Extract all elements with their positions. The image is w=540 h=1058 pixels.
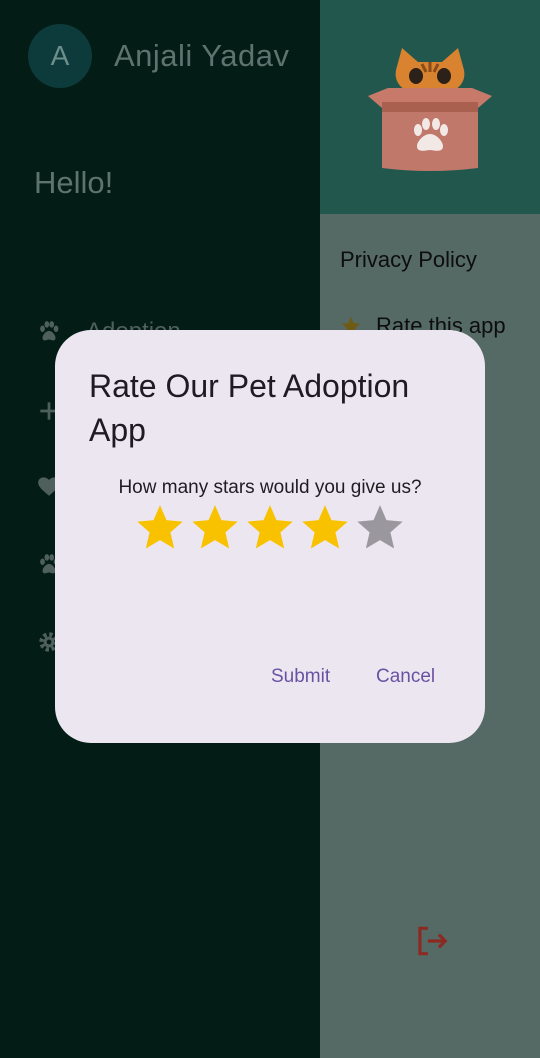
header-banner [320, 0, 540, 214]
star-icon[interactable] [245, 502, 295, 552]
star-icon[interactable] [190, 502, 240, 552]
privacy-policy-link[interactable]: Privacy Policy [340, 247, 477, 273]
cat-in-box-logo [368, 48, 492, 171]
star-icon[interactable] [135, 502, 185, 552]
avatar-initial: A [50, 40, 70, 71]
avatar[interactable]: A [28, 24, 92, 88]
user-name: Anjali Yadav [114, 38, 290, 73]
greeting: Hello! [34, 165, 114, 200]
logout-icon[interactable] [412, 922, 450, 960]
cancel-button[interactable]: Cancel [376, 666, 435, 688]
star-icon[interactable] [300, 502, 350, 552]
star-icon[interactable] [355, 502, 405, 552]
star-rating[interactable] [135, 502, 405, 552]
dialog-question: How many stars would you give us? [118, 477, 422, 498]
dialog-title: Rate Our Pet Adoption App [89, 368, 410, 448]
rating-dialog: Rate Our Pet Adoption App How many stars… [55, 330, 485, 743]
paw-icon [40, 321, 59, 341]
submit-button[interactable]: Submit [271, 666, 330, 688]
